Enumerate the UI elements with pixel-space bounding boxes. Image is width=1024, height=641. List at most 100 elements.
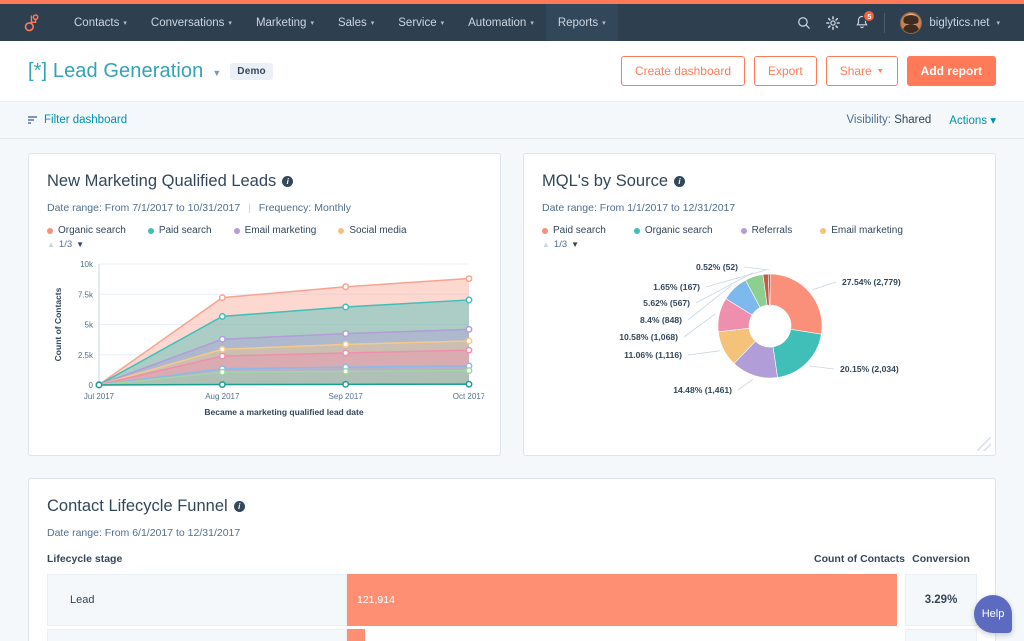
funnel-conversion-value: 3.29%	[905, 574, 977, 626]
add-report-button[interactable]: Add report	[907, 56, 996, 86]
card-contact-lifecycle-funnel: Contact Lifecycle Funnel i Date range: F…	[28, 478, 996, 641]
card-title-row: MQL's by Source i	[542, 172, 977, 191]
legend-color-dot	[542, 228, 548, 234]
nav-item-marketing[interactable]: Marketing▾	[244, 4, 326, 41]
data-point[interactable]	[466, 381, 471, 386]
data-point[interactable]	[343, 342, 348, 347]
gear-icon[interactable]	[826, 16, 840, 30]
nav-right-tools: 5 biglytics.net ▾	[797, 12, 1008, 34]
date-range: Date range: From 7/1/2017 to 10/31/2017	[47, 202, 240, 214]
data-point[interactable]	[220, 382, 225, 387]
legend-label: Social media	[349, 225, 406, 236]
export-button[interactable]: Export	[754, 56, 817, 86]
legend-item[interactable]: Organic search	[634, 225, 713, 236]
funnel-row[interactable]: Lead121,9143.29%	[47, 574, 977, 626]
legend-item[interactable]: Paid search	[148, 225, 212, 236]
info-icon[interactable]: i	[282, 176, 293, 187]
pie-slice[interactable]	[773, 329, 821, 377]
data-point[interactable]	[220, 369, 225, 374]
data-point[interactable]	[343, 382, 348, 387]
pie-slice[interactable]	[770, 274, 822, 334]
column-header-stage: Lifecycle stage	[47, 553, 347, 565]
filter-icon	[28, 116, 37, 124]
data-point[interactable]	[220, 337, 225, 342]
x-axis-tick-label: Aug 2017	[205, 392, 240, 401]
filter-dashboard-button[interactable]: Filter dashboard	[28, 114, 127, 126]
help-button[interactable]: Help	[974, 595, 1012, 633]
funnel-row[interactable]: 41.07%	[47, 629, 977, 641]
actions-menu-button[interactable]: Actions ▾	[949, 113, 996, 127]
data-point[interactable]	[220, 353, 225, 358]
chevron-down-icon[interactable]: ▼	[212, 68, 221, 78]
data-point[interactable]	[466, 276, 471, 281]
nav-item-service[interactable]: Service▾	[386, 4, 456, 41]
data-point[interactable]	[96, 382, 101, 387]
resize-handle[interactable]	[977, 437, 991, 451]
data-point[interactable]	[343, 331, 348, 336]
data-point[interactable]	[220, 347, 225, 352]
nav-item-contacts[interactable]: Contacts▾	[62, 4, 139, 41]
nav-item-reports[interactable]: Reports▾	[546, 4, 618, 41]
legend-item[interactable]: Organic search	[47, 225, 126, 236]
data-point[interactable]	[466, 297, 471, 302]
filter-dashboard-label: Filter dashboard	[44, 114, 127, 126]
legend-item[interactable]: Email marketing	[234, 225, 317, 236]
actions-label: Actions	[949, 115, 987, 127]
pie-slice-label: 27.54% (2,779)	[842, 277, 901, 287]
card-meta: Date range: From 1/1/2017 to 12/31/2017	[542, 202, 977, 214]
data-point[interactable]	[466, 368, 471, 373]
nav-item-conversations[interactable]: Conversations▾	[139, 4, 244, 41]
legend-by-source: Paid search Organic search Referrals Email …	[542, 225, 977, 236]
account-menu[interactable]: biglytics.net ▾	[900, 12, 1000, 34]
nav-item-sales[interactable]: Sales▾	[326, 4, 386, 41]
legend-item[interactable]: Social media	[338, 225, 406, 236]
data-point[interactable]	[466, 338, 471, 343]
data-point[interactable]	[343, 369, 348, 374]
search-icon[interactable]	[797, 16, 811, 30]
data-point[interactable]	[466, 347, 471, 352]
data-point[interactable]	[220, 295, 225, 300]
area-chart[interactable]: 02.5k5k7.5k10kJul 2017Aug 2017Sep 2017Oc…	[47, 250, 484, 425]
info-icon[interactable]: i	[674, 176, 685, 187]
chevron-down-icon: ▾	[990, 115, 996, 127]
legend-color-dot	[634, 228, 640, 234]
sprocket-icon	[21, 13, 41, 33]
card-title-row: Contact Lifecycle Funnel i	[47, 497, 977, 516]
legend-item[interactable]: Email marketing	[820, 225, 903, 236]
chevron-down-icon[interactable]: ▼	[76, 240, 84, 249]
card-mqls-by-source: MQL's by Source i Date range: From 1/1/2…	[523, 153, 996, 456]
chevron-down-icon: ▾	[530, 19, 534, 27]
filter-bar: Filter dashboard Visibility: Shared Acti…	[0, 102, 1024, 139]
card-title: MQL's by Source	[542, 172, 668, 191]
legend-pager: ▲ 1/3 ▼	[542, 239, 977, 250]
nav-item-label: Marketing	[256, 17, 307, 29]
share-button[interactable]: Share ▼	[826, 56, 898, 86]
nav-item-label: Contacts	[74, 17, 119, 29]
data-point[interactable]	[343, 284, 348, 289]
legend-item[interactable]: Paid search	[542, 225, 606, 236]
data-point[interactable]	[466, 327, 471, 332]
chevron-up-icon[interactable]: ▲	[542, 240, 550, 249]
y-axis-tick-label: 5k	[85, 321, 94, 330]
chevron-down-icon[interactable]: ▼	[571, 240, 579, 249]
chevron-down-icon: ▼	[877, 68, 884, 75]
chevron-up-icon[interactable]: ▲	[47, 240, 55, 249]
visibility-label: Visibility:	[846, 114, 891, 126]
create-dashboard-button[interactable]: Create dashboard	[621, 56, 745, 86]
nav-item-automation[interactable]: Automation▾	[456, 4, 546, 41]
bell-icon[interactable]: 5	[855, 15, 869, 30]
button-label: Share	[840, 64, 872, 78]
info-icon[interactable]: i	[234, 501, 245, 512]
data-point[interactable]	[343, 304, 348, 309]
legend-label: Organic search	[58, 225, 126, 236]
funnel-bar[interactable]	[347, 629, 365, 641]
legend-label: Referrals	[752, 225, 793, 236]
card-title-row: New Marketing Qualified Leads i	[47, 172, 482, 191]
legend-item[interactable]: Referrals	[741, 225, 793, 236]
data-point[interactable]	[220, 314, 225, 319]
funnel-bar[interactable]: 121,914	[347, 574, 897, 626]
hubspot-logo[interactable]	[0, 13, 62, 33]
pie-slice-label: 0.52% (52)	[696, 262, 738, 272]
data-point[interactable]	[343, 350, 348, 355]
donut-chart[interactable]: 27.54% (2,779)20.15% (2,034)14.48% (1,46…	[542, 250, 979, 430]
